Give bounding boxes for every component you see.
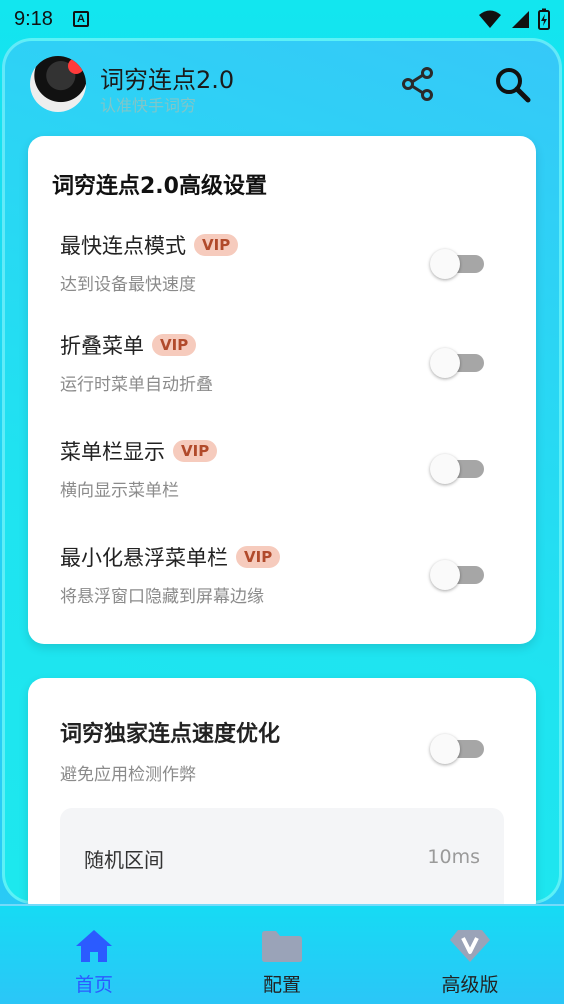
status-dot: [68, 58, 84, 74]
diamond-v-icon: [450, 930, 490, 962]
notification-a-icon: A: [72, 11, 89, 27]
nav-config[interactable]: 配置: [188, 906, 376, 1004]
toggle-menubar-display[interactable]: [430, 454, 486, 484]
vip-badge: VIP: [236, 546, 281, 568]
nav-premium[interactable]: 高级版: [376, 906, 564, 1004]
advanced-settings-title: 词穷连点2.0高级设置: [52, 174, 267, 199]
random-range-value: 10ms: [427, 846, 480, 868]
folder-icon: [262, 931, 302, 962]
setting-desc: 达到设备最快速度: [60, 275, 196, 295]
setting-name: 最快连点模式: [60, 234, 186, 258]
status-icons: [478, 8, 550, 30]
battery-icon: [538, 8, 550, 30]
app-header: 词穷连点2.0 认准快手词穷: [30, 56, 540, 116]
setting-name: 菜单栏显示: [60, 440, 165, 464]
avatar[interactable]: [30, 56, 86, 112]
nav-config-label: 配置: [262, 974, 301, 996]
setting-desc: 横向显示菜单栏: [60, 481, 179, 501]
app-title: 词穷连点2.0: [100, 66, 235, 94]
bottom-navigation: 首页 配置 高级版: [0, 904, 564, 1004]
toggle-fastest-mode[interactable]: [430, 249, 486, 279]
advanced-settings-card: 词穷连点2.0高级设置 最快连点模式 VIP 达到设备最快速度 折叠菜单 VIP 运…: [28, 136, 536, 644]
optimization-desc: 避免应用检测作弊: [60, 765, 196, 785]
toggle-minimize-float-menu[interactable]: [430, 560, 486, 590]
random-range-label: 随机区间: [84, 848, 164, 872]
vip-badge: VIP: [152, 334, 197, 356]
search-icon[interactable]: [492, 64, 532, 104]
status-time: 9:18: [14, 7, 53, 30]
setting-name: 折叠菜单: [60, 334, 144, 358]
app-subtitle: 认准快手词穷: [100, 96, 197, 115]
setting-name: 最小化悬浮菜单栏: [60, 546, 228, 570]
status-bar: 9:18 A: [0, 0, 564, 38]
optimization-title: 词穷独家连点速度优化: [60, 722, 281, 747]
share-icon[interactable]: [398, 64, 438, 104]
nav-premium-label: 高级版: [441, 974, 499, 996]
toggle-fold-menu[interactable]: [430, 348, 486, 378]
vip-badge: VIP: [194, 234, 239, 256]
wifi-icon: [479, 10, 501, 28]
setting-desc: 运行时菜单自动折叠: [60, 375, 213, 395]
nav-home-label: 首页: [74, 974, 113, 996]
setting-desc: 将悬浮窗口隐藏到屏幕边缘: [60, 587, 264, 607]
random-range-row[interactable]: 随机区间 10ms: [60, 808, 504, 918]
nav-home[interactable]: 首页: [0, 906, 188, 1004]
speed-optimization-card: 词穷独家连点速度优化 避免应用检测作弊 随机区间 10ms: [28, 678, 536, 918]
home-icon: [76, 930, 112, 962]
toggle-speed-optimization[interactable]: [430, 734, 486, 764]
vip-badge: VIP: [173, 440, 218, 462]
signal-icon: [512, 11, 529, 28]
